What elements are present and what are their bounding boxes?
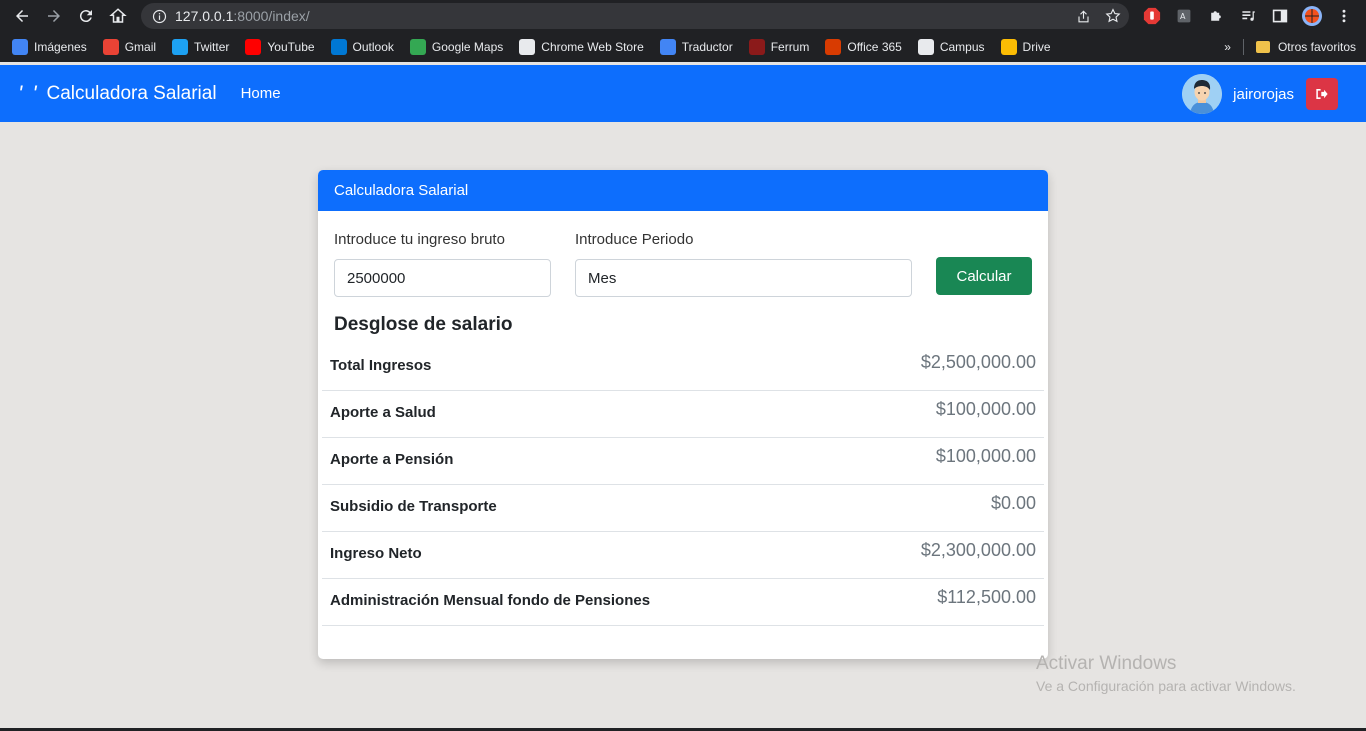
bookmark-office-365[interactable]: Office 365 (825, 39, 902, 55)
logout-icon (1316, 89, 1328, 99)
google-icon (12, 39, 28, 55)
income-label: Introduce tu ingreso bruto (334, 231, 505, 248)
row-label: Ingreso Neto (330, 545, 422, 562)
calculate-button[interactable]: Calcular (936, 257, 1032, 295)
brand-title[interactable]: Calculadora Salarial (47, 83, 217, 105)
card-header: Calculadora Salarial (318, 170, 1048, 211)
translate-extension-icon[interactable]: A (1172, 4, 1196, 28)
row-label: Administración Mensual fondo de Pensione… (330, 592, 651, 609)
bookmark-drive[interactable]: Drive (1000, 39, 1051, 55)
breakdown-row: Aporte a Pensión $100,000.00 (322, 438, 1044, 485)
address-bar[interactable]: 127.0.0.1:8000/index/ (141, 3, 1129, 29)
row-value: $100,000.00 (935, 399, 1036, 419)
row-value: $100,000.00 (935, 446, 1036, 466)
windows-activation-title: Activar Windows (1036, 653, 1177, 674)
bookmark-ferrum[interactable]: Ferrum (748, 39, 809, 55)
bookmark-campus[interactable]: Campus (917, 39, 985, 55)
breakdown-list: Total Ingresos $2,500,000.00 Aporte a Sa… (322, 344, 1044, 626)
translate-icon (659, 39, 676, 55)
bookmark-chrome-web-store[interactable]: Chrome Web Store (519, 39, 644, 55)
maps-pin-icon (409, 39, 426, 55)
nav-home-link[interactable]: Home (241, 85, 281, 102)
office-icon (825, 39, 842, 55)
breakdown-row: Total Ingresos $2,500,000.00 (322, 344, 1044, 391)
browser-toolbar: 127.0.0.1:8000/index/ A (0, 0, 1366, 32)
profile-avatar-icon[interactable] (1300, 4, 1324, 28)
row-label: Total Ingresos (330, 357, 432, 374)
breakdown-row: Aporte a Salud $100,000.00 (322, 391, 1044, 438)
period-label: Introduce Periodo (575, 231, 694, 248)
app-navbar: ' ' Calculadora Salarial Home jairorojas (0, 65, 1366, 122)
salary-calculator-card: Calculadora Salarial Introduce tu ingres… (318, 170, 1048, 659)
row-value: $0.00 (990, 493, 1036, 513)
breakdown-row: Ingreso Neto $2,300,000.00 (322, 532, 1044, 579)
username[interactable]: jairorojas (1233, 86, 1294, 103)
web-store-icon (519, 39, 536, 55)
site-info-icon[interactable] (149, 6, 169, 26)
bookmark-google-maps[interactable]: Google Maps (409, 39, 503, 55)
outlook-icon (330, 39, 347, 55)
back-arrow-icon[interactable] (8, 2, 36, 30)
row-value: $2,300,000.00 (920, 540, 1036, 560)
bookmark-traductor[interactable]: Traductor (659, 39, 733, 55)
breakdown-title: Desglose de salario (334, 314, 513, 335)
svg-text:A: A (1180, 12, 1186, 21)
share-icon[interactable] (1073, 6, 1093, 26)
globe-icon (917, 39, 934, 55)
side-panel-icon[interactable] (1268, 4, 1292, 28)
puzzle-extensions-icon[interactable] (1204, 4, 1228, 28)
bookmark-youtube[interactable]: YouTube (245, 39, 315, 55)
browser-menu-icon[interactable] (1332, 4, 1356, 28)
windows-activation-subtitle: Ve a Configuración para activar Windows. (1036, 678, 1296, 694)
home-icon[interactable] (104, 2, 132, 30)
drive-icon (1000, 39, 1017, 55)
gmail-icon (102, 39, 119, 55)
row-label: Subsidio de Transporte (330, 498, 497, 515)
forward-arrow-icon[interactable] (40, 2, 68, 30)
breakdown-row: Subsidio de Transporte $0.00 (322, 485, 1044, 532)
income-input[interactable]: 2500000 (334, 259, 551, 297)
bookmark-star-icon[interactable] (1103, 6, 1123, 26)
bookmarks-bar: Imágenes Gmail Twitter YouTube Outlook G… (0, 32, 1366, 62)
breakdown-row: Administración Mensual fondo de Pensione… (322, 579, 1044, 626)
bookmark-gmail[interactable]: Gmail (102, 39, 156, 55)
more-bookmarks-chevron-icon[interactable]: » (1224, 40, 1231, 54)
ferrum-icon (748, 39, 765, 55)
row-label: Aporte a Salud (330, 404, 436, 421)
youtube-icon (245, 39, 262, 55)
row-label: Aporte a Pensión (330, 451, 454, 468)
twitter-icon (172, 39, 189, 55)
reload-icon[interactable] (72, 2, 100, 30)
bookmark-twitter[interactable]: Twitter (172, 39, 229, 55)
logout-button[interactable] (1306, 78, 1338, 110)
other-bookmarks-folder[interactable]: Otros favoritos (1255, 40, 1356, 54)
user-avatar[interactable] (1182, 74, 1223, 114)
folder-icon (1255, 41, 1270, 53)
url-text: 127.0.0.1:8000/index/ (175, 8, 310, 24)
media-playlist-icon[interactable] (1236, 4, 1260, 28)
bookmark-outlook[interactable]: Outlook (330, 39, 394, 55)
row-value: $112,500.00 (937, 587, 1036, 607)
row-value: $2,500,000.00 (920, 352, 1036, 372)
bookmark-imagenes[interactable]: Imágenes (12, 39, 87, 55)
brand-logo-icon: ' ' (18, 80, 39, 106)
period-input[interactable]: Mes (575, 259, 912, 297)
bookmarks-divider (1242, 39, 1244, 55)
adblock-extension-icon[interactable] (1140, 4, 1164, 28)
